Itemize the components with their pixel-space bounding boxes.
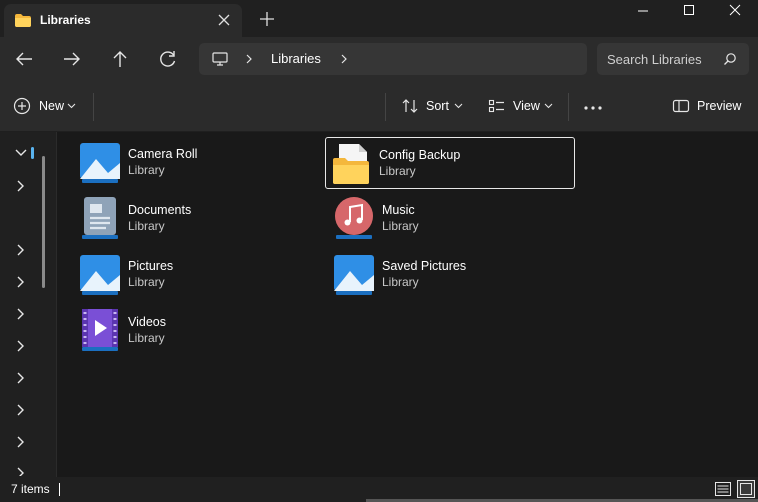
tab-libraries[interactable]: Libraries xyxy=(4,4,242,37)
toolbar-divider xyxy=(93,93,94,121)
close-icon[interactable] xyxy=(712,0,758,24)
library-type: Library xyxy=(128,163,165,177)
sort-label: Sort xyxy=(426,99,449,113)
library-camera-roll[interactable]: Camera Roll Library xyxy=(75,137,325,189)
chevron-right-icon[interactable] xyxy=(14,403,28,417)
chevron-right-icon[interactable] xyxy=(14,466,28,476)
sort-button[interactable]: Sort xyxy=(401,94,463,118)
status-bar: 7 items xyxy=(0,477,758,502)
library-type: Library xyxy=(379,164,416,178)
command-bar: New Sort View Preview xyxy=(0,82,758,132)
chevron-right-icon[interactable] xyxy=(339,53,349,65)
arrow-left-icon[interactable] xyxy=(12,48,36,70)
delete-icon[interactable] xyxy=(350,94,368,118)
plus-circle-icon xyxy=(13,97,31,115)
item-count: 7 items xyxy=(11,482,50,496)
library-name: Config Backup xyxy=(379,148,461,162)
chevron-down-icon xyxy=(454,103,463,109)
rename-icon[interactable] xyxy=(254,94,272,118)
paste-icon[interactable] xyxy=(206,94,224,118)
chevron-right-icon[interactable] xyxy=(14,243,28,257)
chevron-right-icon[interactable] xyxy=(14,435,28,449)
chevron-right-icon[interactable] xyxy=(14,307,28,321)
search-icon[interactable] xyxy=(723,52,737,66)
library-name: Videos xyxy=(128,315,166,329)
folder-document-icon xyxy=(333,144,369,184)
sort-icon xyxy=(402,99,418,113)
library-name: Camera Roll xyxy=(128,147,198,161)
preview-pane-icon xyxy=(672,99,690,113)
chevron-down-icon[interactable] xyxy=(14,146,28,160)
pictures-library-icon xyxy=(80,255,120,295)
chevron-right-icon[interactable] xyxy=(14,275,28,289)
navigation-pane xyxy=(0,132,57,477)
new-button[interactable]: New xyxy=(13,94,79,118)
search-input[interactable] xyxy=(607,49,719,69)
arrow-right-icon[interactable] xyxy=(60,48,84,70)
toolbar-divider xyxy=(385,93,386,121)
refresh-icon[interactable] xyxy=(156,48,180,70)
address-bar[interactable]: Libraries xyxy=(199,43,587,75)
library-name: Documents xyxy=(128,203,192,217)
library-pictures[interactable]: Pictures Library xyxy=(75,249,325,301)
copy-icon[interactable] xyxy=(158,94,176,118)
status-divider xyxy=(59,483,60,496)
share-icon[interactable] xyxy=(302,94,320,118)
cut-icon[interactable] xyxy=(110,94,128,118)
preview-button[interactable]: Preview xyxy=(672,94,744,118)
close-icon[interactable] xyxy=(216,12,232,28)
chevron-right-icon[interactable] xyxy=(14,339,28,353)
address-toolbar: Libraries xyxy=(0,37,758,82)
plus-icon[interactable] xyxy=(258,10,276,28)
nav-scrollbar[interactable] xyxy=(42,156,45,288)
view-label: View xyxy=(513,99,540,113)
library-documents[interactable]: Documents Library xyxy=(75,193,325,245)
selection-indicator xyxy=(31,147,34,159)
library-videos[interactable]: Videos Library xyxy=(75,305,325,357)
toolbar-divider xyxy=(568,93,569,121)
library-config-backup[interactable]: Config Backup Library xyxy=(325,137,575,189)
library-type: Library xyxy=(382,275,419,289)
library-name: Saved Pictures xyxy=(382,259,467,273)
tiles-view-icon[interactable] xyxy=(737,480,755,498)
pictures-library-icon xyxy=(334,255,374,295)
library-type: Library xyxy=(128,219,165,233)
chevron-right-icon[interactable] xyxy=(14,371,28,385)
library-name: Music xyxy=(382,203,415,217)
tab-title: Libraries xyxy=(40,13,91,27)
library-type: Library xyxy=(382,219,419,233)
chevron-down-icon xyxy=(544,103,553,109)
chevron-right-icon[interactable] xyxy=(244,53,254,65)
preview-label: Preview xyxy=(697,99,742,113)
more-icon[interactable] xyxy=(583,94,603,118)
music-library-icon xyxy=(335,197,373,239)
maximize-icon[interactable] xyxy=(666,0,712,24)
details-view-icon[interactable] xyxy=(714,480,732,498)
library-saved-pictures[interactable]: Saved Pictures Library xyxy=(329,249,579,301)
computer-icon[interactable] xyxy=(212,52,228,66)
breadcrumb-libraries[interactable]: Libraries xyxy=(271,51,321,66)
videos-library-icon xyxy=(82,309,118,351)
documents-library-icon xyxy=(82,197,118,239)
library-music[interactable]: Music Library xyxy=(329,193,579,245)
library-type: Library xyxy=(128,275,165,289)
title-bar: Libraries xyxy=(0,0,758,37)
minimize-icon[interactable] xyxy=(620,0,666,24)
view-icon xyxy=(488,99,504,113)
chevron-right-icon[interactable] xyxy=(14,179,28,193)
library-type: Library xyxy=(128,331,165,345)
pictures-library-icon xyxy=(80,143,120,183)
search-box[interactable] xyxy=(597,43,749,75)
view-button[interactable]: View xyxy=(488,94,554,118)
file-list: Camera Roll Library Config Backup Librar… xyxy=(57,132,758,477)
chevron-down-icon xyxy=(67,103,76,109)
folder-icon xyxy=(15,14,31,27)
arrow-up-icon[interactable] xyxy=(108,48,132,70)
new-label: New xyxy=(39,99,65,113)
library-name: Pictures xyxy=(128,259,174,273)
